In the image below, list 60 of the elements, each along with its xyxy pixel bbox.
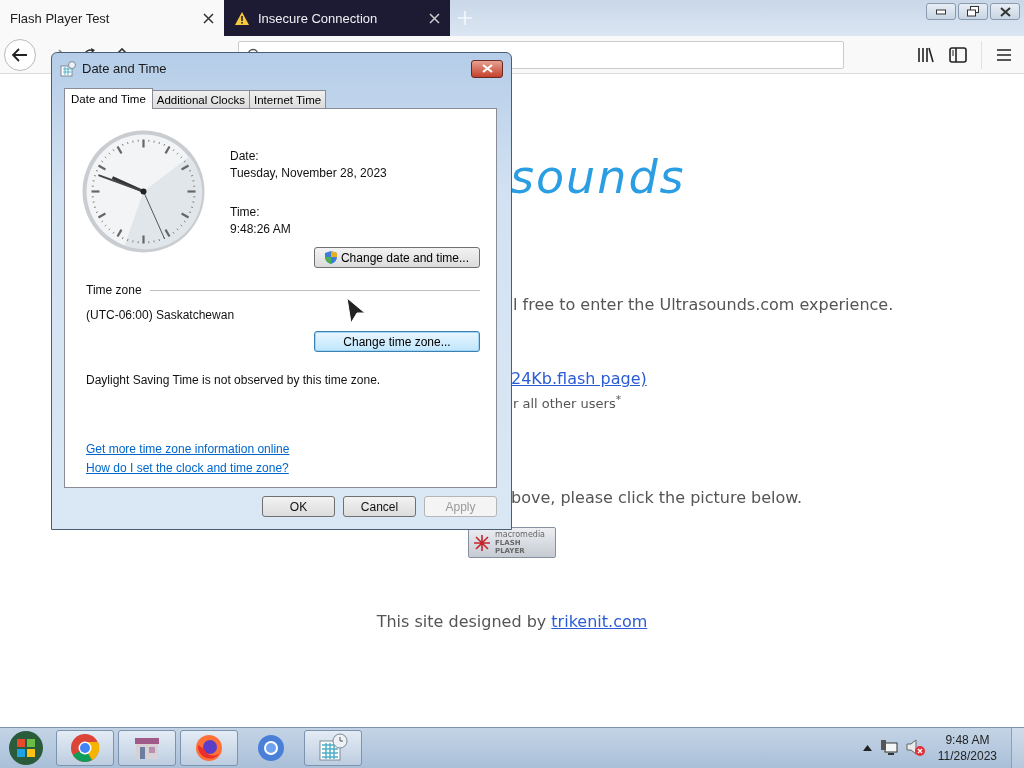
firefox-icon [194,733,224,763]
minimize-icon [936,8,946,15]
dialog-tab[interactable]: Internet Time [249,90,327,108]
time-zone-value: (UTC-06:00) Saskatchewan [86,307,235,324]
dialog-button[interactable]: Cancel [343,496,416,517]
calendar-clock-icon [318,733,348,763]
warning-icon [234,10,250,26]
dialog-title: Date and Time [82,61,167,76]
footer-link[interactable]: trikenit.com [551,612,648,632]
browser-tab[interactable]: Insecure Connection [224,0,450,36]
mouse-cursor-icon [346,297,366,325]
chromium-icon [256,733,286,763]
back-button[interactable] [4,38,36,71]
help-link[interactable]: How do I set the clock and time zone? [86,460,289,477]
show-hidden-icons-icon[interactable] [862,745,872,751]
close-icon [999,6,1011,17]
footer-text: This site designed by trikenit.com [376,612,648,633]
change-date-button[interactable]: Change date and time... [314,247,480,268]
minimize-button[interactable] [926,3,956,20]
site-logo: sounds [510,152,686,202]
page-text: l free to enter the Ultrasounds.com experience. [513,295,894,315]
browser-tab[interactable]: Flash Player Test [0,0,224,36]
shield-icon [324,251,337,264]
page-text: bove, please click the picture below. [511,488,803,509]
restore-button[interactable] [958,3,988,20]
restore-icon [967,6,979,17]
menu-icon[interactable] [996,47,1012,62]
close-icon[interactable] [203,12,214,24]
clock-date[interactable]: 11/28/2023 [937,748,997,764]
calendar-clock-icon [60,60,76,77]
close-icon [481,64,493,73]
back-arrow-icon [12,47,28,62]
time-value: 9:48:26 AM [230,221,292,238]
library-icon[interactable] [917,46,935,63]
start-button[interactable] [8,730,44,766]
taskbar-button[interactable] [180,730,238,766]
date-label: Date: [230,148,260,165]
help-link[interactable]: Get more time zone information online [86,441,290,458]
clock-time[interactable]: 9:48 AM [945,732,990,748]
page-note: r all other users$^{*}$ [513,392,622,414]
dst-note: Daylight Saving Time is not observed by this time zone. [86,372,382,389]
badge-text: macromedia [495,530,546,539]
close-button[interactable] [990,3,1020,20]
chrome-icon [70,733,100,763]
change-time-zone-button[interactable]: Change time zone... [314,331,480,352]
dialog-tab[interactable]: Date and Time [64,88,153,109]
taskbar-button[interactable] [56,730,114,766]
taskbar-button[interactable] [118,730,176,766]
close-button[interactable] [471,59,503,78]
section-heading: Time zone [86,282,142,299]
time-label: Time: [230,204,261,221]
sidebar-icon[interactable] [949,46,967,63]
date-value: Tuesday, November 28, 2023 [230,165,388,182]
flash-logo-icon [472,532,492,553]
taskbar-button[interactable] [304,730,362,766]
network-icon[interactable] [879,740,898,756]
muted-speaker-icon[interactable] [905,739,926,757]
dialog-button[interactable]: OK [262,496,335,517]
page-link[interactable]: 24Kb.flash page) [511,369,647,389]
dialog-tab[interactable]: Additional Clocks [151,90,250,108]
